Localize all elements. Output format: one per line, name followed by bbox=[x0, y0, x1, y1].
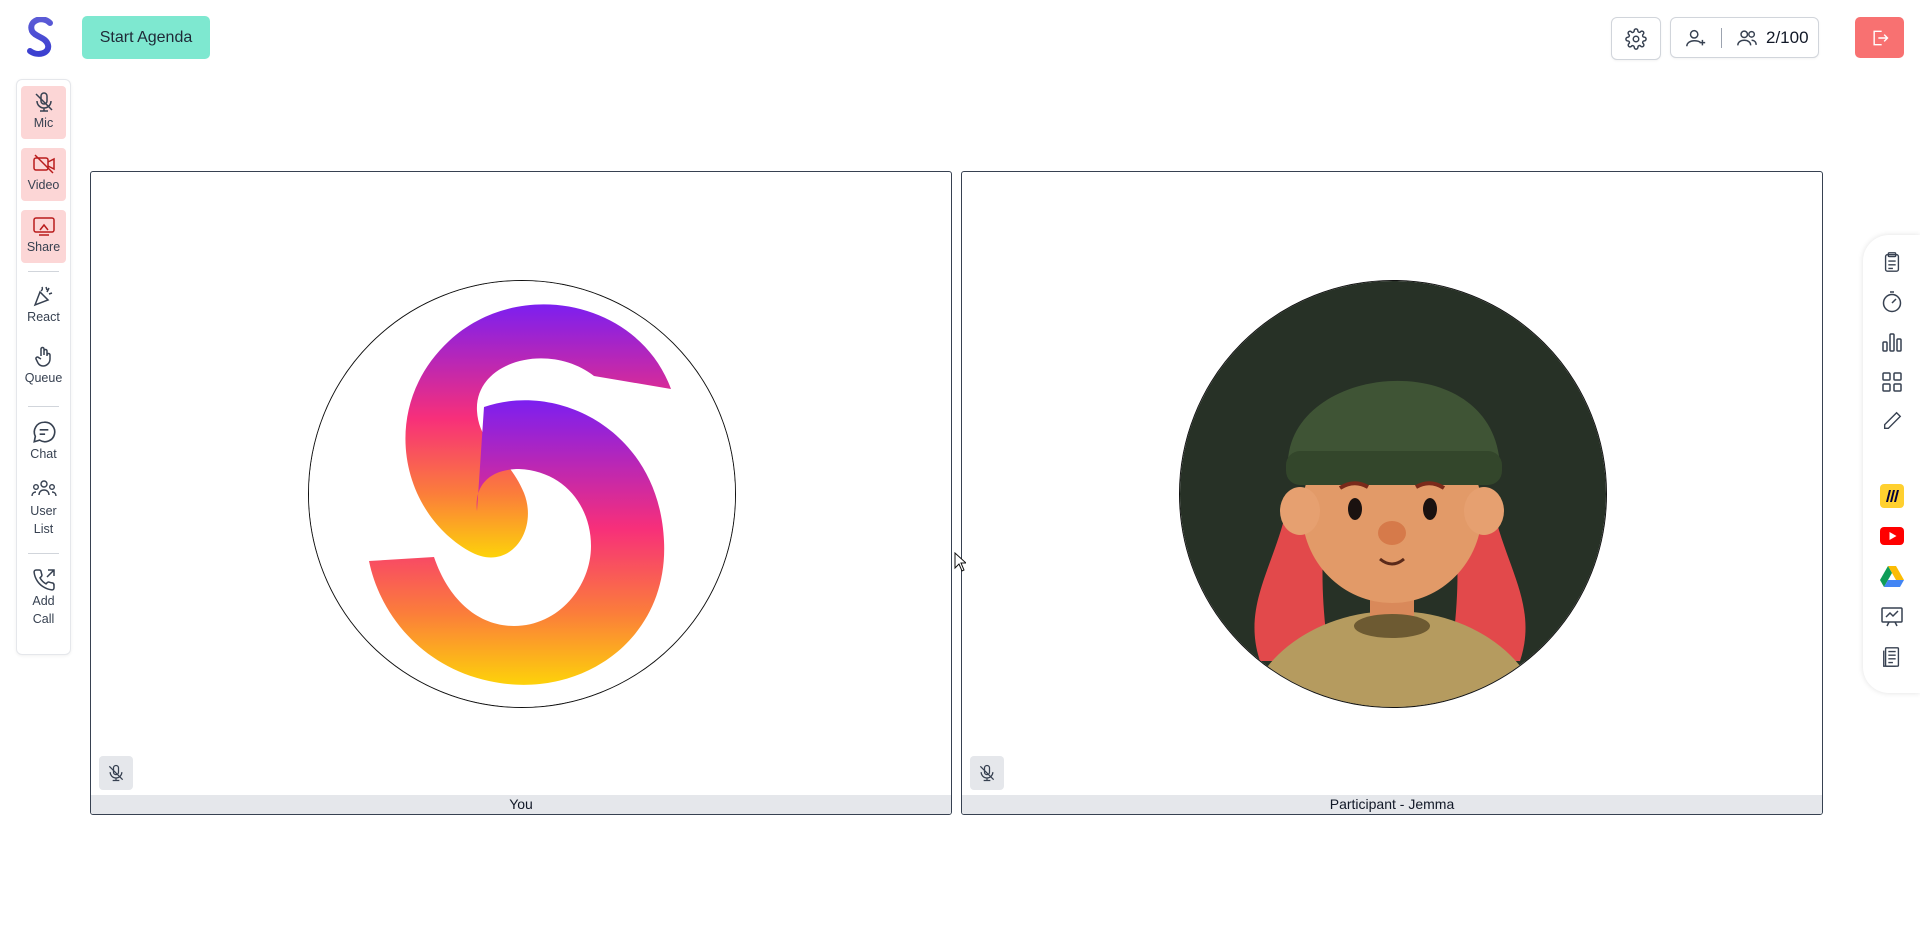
divider bbox=[1721, 27, 1722, 48]
participant-name: Participant - Jemma bbox=[962, 795, 1822, 814]
character-avatar bbox=[1180, 281, 1606, 707]
whiteboard-button[interactable] bbox=[1879, 604, 1905, 630]
pencil-icon bbox=[1883, 411, 1902, 430]
gear-icon bbox=[1625, 27, 1647, 50]
timer-button[interactable] bbox=[1879, 289, 1905, 315]
raise-hand-icon bbox=[34, 346, 51, 367]
google-drive-button[interactable] bbox=[1879, 563, 1905, 589]
mic-off-icon bbox=[108, 764, 124, 782]
video-tile-you[interactable]: You bbox=[90, 171, 952, 815]
share-button[interactable]: Share bbox=[21, 210, 66, 263]
document-icon bbox=[1883, 647, 1900, 667]
chat-label: Chat bbox=[30, 447, 57, 461]
divider bbox=[28, 271, 59, 272]
poll-button[interactable] bbox=[1879, 329, 1905, 355]
miro-button[interactable] bbox=[1879, 483, 1905, 509]
document-button[interactable] bbox=[1879, 644, 1905, 670]
react-label: React bbox=[27, 310, 60, 324]
mic-off-icon bbox=[34, 92, 53, 112]
add-call-label: Add Call bbox=[32, 594, 55, 626]
grid-apps-icon bbox=[1882, 372, 1902, 392]
party-popper-icon bbox=[33, 286, 52, 307]
queue-button[interactable]: Queue bbox=[21, 345, 66, 388]
avatar bbox=[308, 280, 736, 708]
mute-indicator bbox=[99, 756, 133, 790]
video-label: Video bbox=[27, 178, 60, 192]
video-tile-jemma[interactable]: Participant - Jemma bbox=[961, 171, 1823, 815]
share-label: Share bbox=[26, 240, 61, 254]
timer-icon bbox=[1882, 291, 1902, 313]
add-call-button[interactable]: Add Call bbox=[21, 568, 66, 628]
start-agenda-button[interactable]: Start Agenda bbox=[82, 16, 210, 59]
settings-button[interactable] bbox=[1611, 17, 1661, 60]
user-list-button[interactable]: User List bbox=[21, 478, 66, 538]
video-button[interactable]: Video bbox=[21, 148, 66, 201]
mic-off-icon bbox=[979, 764, 995, 782]
participants-button[interactable]: 2/100 bbox=[1670, 17, 1819, 58]
bar-chart-icon bbox=[1882, 333, 1902, 352]
notes-button[interactable] bbox=[1879, 249, 1905, 275]
avatar bbox=[1179, 280, 1607, 708]
participant-count: 2/100 bbox=[1766, 27, 1809, 47]
whiteboard-icon bbox=[1881, 607, 1903, 627]
mic-label: Mic bbox=[33, 116, 54, 130]
app-logo-icon bbox=[27, 16, 53, 57]
app-logo[interactable] bbox=[22, 16, 60, 59]
youtube-icon bbox=[1880, 527, 1904, 545]
cursor-icon bbox=[954, 552, 966, 572]
phone-outgoing-icon bbox=[32, 569, 55, 591]
youtube-button[interactable] bbox=[1879, 523, 1905, 549]
exit-icon bbox=[1872, 30, 1889, 45]
chat-button[interactable]: Chat bbox=[21, 419, 66, 464]
divider bbox=[28, 406, 59, 407]
right-toolbar bbox=[1863, 235, 1920, 693]
divider bbox=[28, 553, 59, 554]
users-icon bbox=[1737, 29, 1757, 45]
left-toolbar: Mic Video Share React Queue Chat User Li… bbox=[16, 79, 71, 655]
mic-button[interactable]: Mic bbox=[21, 86, 66, 139]
miro-icon bbox=[1880, 484, 1904, 508]
react-button[interactable]: React bbox=[21, 284, 66, 327]
leave-call-button[interactable] bbox=[1855, 17, 1904, 58]
logo-avatar bbox=[309, 281, 735, 707]
participant-name: You bbox=[91, 795, 951, 814]
users-icon bbox=[30, 480, 57, 497]
video-off-icon bbox=[32, 154, 55, 174]
user-list-label: User List bbox=[30, 504, 57, 536]
mute-indicator bbox=[970, 756, 1004, 790]
apps-button[interactable] bbox=[1879, 369, 1905, 395]
screen-share-icon bbox=[32, 217, 55, 236]
chat-bubble-icon bbox=[32, 421, 55, 443]
add-user-icon[interactable] bbox=[1685, 27, 1707, 49]
annotate-button[interactable] bbox=[1879, 408, 1905, 434]
queue-label: Queue bbox=[24, 371, 63, 385]
google-drive-icon bbox=[1880, 566, 1904, 587]
clipboard-icon bbox=[1884, 252, 1900, 272]
